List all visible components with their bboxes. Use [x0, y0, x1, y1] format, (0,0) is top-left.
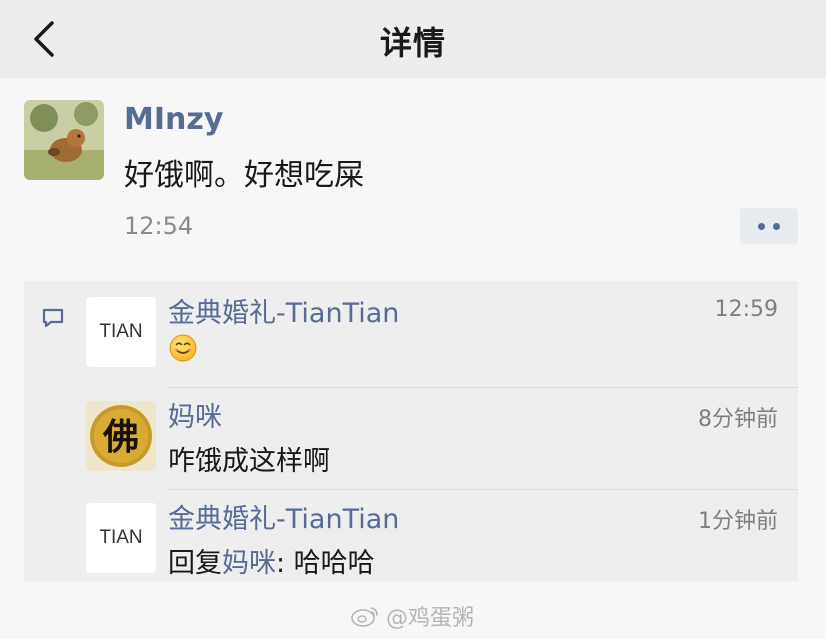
watermark-text: @鸡蛋粥: [386, 606, 475, 631]
dog-avatar-image: [24, 100, 104, 180]
buddha-character-avatar-image: 佛: [86, 401, 156, 471]
smiling-face-emoji-icon: [169, 334, 197, 362]
commenter-avatar[interactable]: TIAN: [86, 297, 156, 367]
comment-time: 12:59: [714, 297, 778, 322]
weibo-watermark: @鸡蛋粥: [350, 600, 474, 632]
commenter-name[interactable]: 金典婚礼-TianTian: [168, 291, 399, 330]
comment-time: 1分钟前: [698, 509, 778, 534]
comment-item: 佛 妈咪 8分钟前 咋饿成这样啊: [86, 385, 798, 485]
avatar-logo-text: TIAN: [99, 527, 143, 548]
comment-time: 8分钟前: [698, 407, 778, 432]
svg-text:佛: 佛: [102, 416, 139, 458]
post-text: 好饿啊。好想吃屎: [124, 158, 364, 193]
more-options-button[interactable]: [740, 208, 798, 244]
comments-section: TIAN 金典婚礼-TianTian 12:59 佛 妈咪 8分钟前 咋饿成这样…: [24, 281, 798, 581]
post-timestamp: 12:54: [124, 212, 194, 240]
commenter-name[interactable]: 妈咪: [168, 395, 222, 434]
post-author-name[interactable]: MInzy: [124, 102, 223, 137]
reply-text: : 哈哈哈: [276, 548, 375, 579]
weibo-logo-icon: [351, 607, 378, 627]
commenter-avatar[interactable]: TIAN: [86, 503, 156, 573]
post-author-avatar[interactable]: [24, 100, 104, 180]
comment-item: TIAN 金典婚礼-TianTian 1分钟前 回复妈咪: 哈哈哈: [86, 487, 798, 587]
dot-icon: [773, 222, 780, 230]
commenter-avatar[interactable]: 佛: [86, 401, 156, 471]
comment-icon: [42, 308, 64, 328]
top-navbar: 详情: [0, 0, 826, 78]
comment-body: [168, 333, 198, 370]
comment-body: 回复妈咪: 哈哈哈: [168, 541, 375, 580]
commenter-name[interactable]: 金典婚礼-TianTian: [168, 497, 399, 536]
reply-to-name[interactable]: 妈咪: [222, 548, 276, 579]
comment-item: TIAN 金典婚礼-TianTian 12:59: [86, 281, 798, 381]
comment-body: 咋饿成这样啊: [168, 446, 330, 477]
avatar-logo-text: TIAN: [99, 321, 143, 342]
dot-icon: [758, 222, 765, 230]
reply-prefix: 回复: [168, 548, 222, 579]
page-title: 详情: [379, 24, 446, 62]
